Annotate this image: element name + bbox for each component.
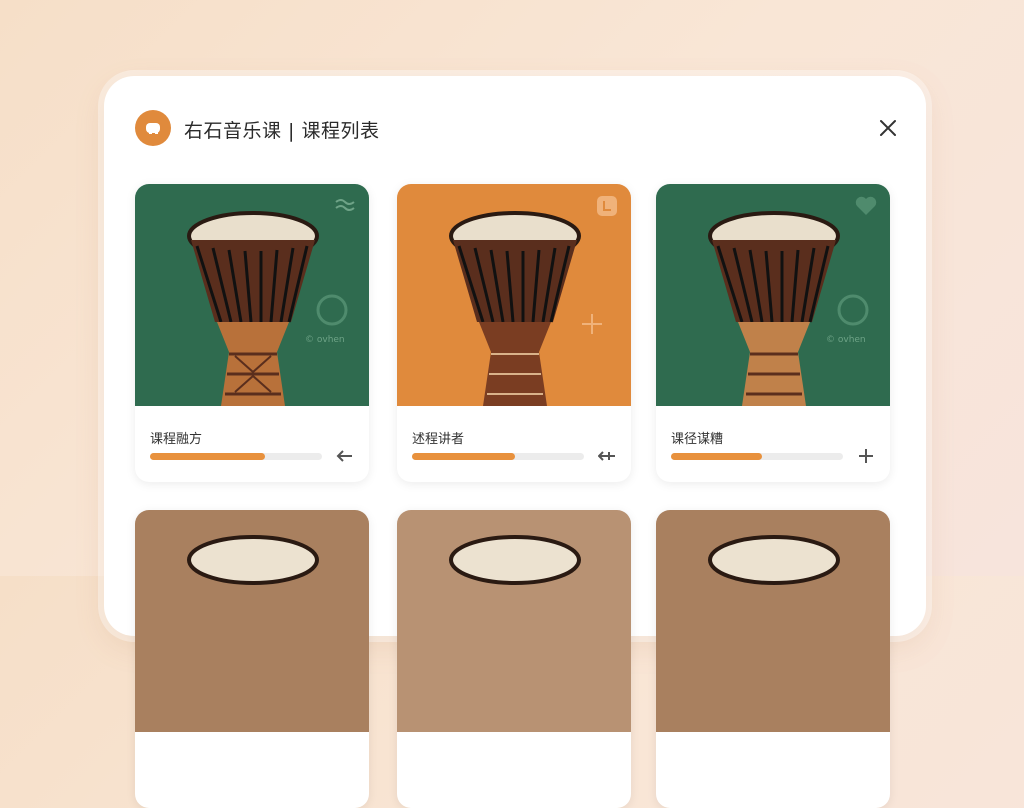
heart-icon xyxy=(855,196,877,215)
progress-bar xyxy=(150,453,322,460)
progress-fill xyxy=(150,453,266,460)
djembe-image xyxy=(135,510,369,732)
course-title: 课程融方 xyxy=(150,432,203,447)
app-logo xyxy=(135,110,171,146)
course-list-dialog: 右石音乐课 | 课程列表 © ovhen 课程融方 述程讲者 © ovhen 课… xyxy=(104,76,926,808)
progress-bar xyxy=(671,453,843,460)
course-title: 述程讲者 xyxy=(412,432,465,447)
course-action-button[interactable] xyxy=(856,446,876,466)
progress-fill xyxy=(412,453,516,460)
arrow-left-icon xyxy=(336,450,352,462)
close-icon xyxy=(880,120,896,136)
course-card[interactable]: © ovhen 课程融方 xyxy=(135,184,369,482)
course-action-button[interactable] xyxy=(597,446,617,466)
course-title: 课径谋糟 xyxy=(671,432,724,447)
course-card[interactable]: 述程讲者 xyxy=(397,184,631,482)
watermark-text: © ovhen xyxy=(826,335,866,345)
course-card[interactable] xyxy=(397,510,631,808)
wave-icon xyxy=(335,199,355,211)
djembe-image xyxy=(397,510,631,732)
drum-logo-icon xyxy=(146,123,160,134)
level-icon xyxy=(597,196,617,216)
watermark-text: © ovhen xyxy=(305,335,345,345)
plus-icon xyxy=(859,449,873,463)
close-button[interactable] xyxy=(876,116,900,140)
progress-fill xyxy=(671,453,763,460)
course-card[interactable] xyxy=(656,510,890,808)
djembe-image xyxy=(656,510,890,732)
course-card[interactable] xyxy=(135,510,369,808)
page-title: 右石音乐课 | 课程列表 xyxy=(184,120,380,142)
course-action-button[interactable] xyxy=(335,446,355,466)
course-card[interactable]: © ovhen 课径谋糟 xyxy=(656,184,890,482)
double-arrow-icon xyxy=(598,451,615,461)
progress-bar xyxy=(412,453,584,460)
